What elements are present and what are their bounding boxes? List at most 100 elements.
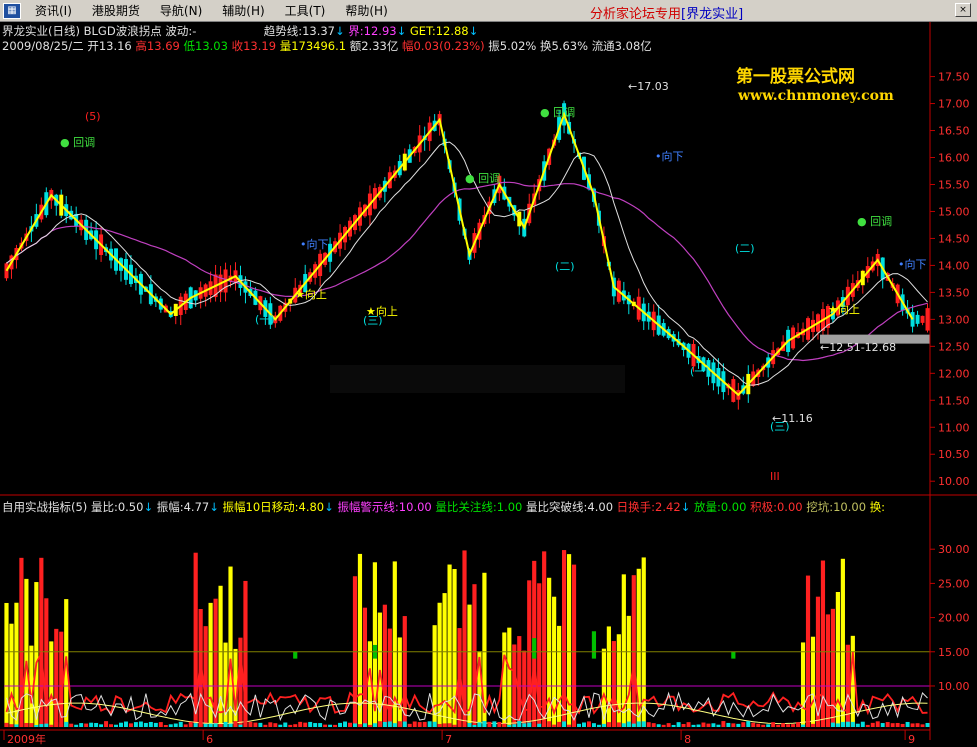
volume-mini-bar [646, 722, 651, 727]
volume-mini-bar [502, 723, 507, 727]
date-tick-label: 9 [908, 733, 915, 746]
volume-mini-bar [412, 721, 417, 727]
indicator-bar [502, 632, 507, 727]
indicator-bar [24, 578, 29, 727]
peak-price-label: ←17.03 [628, 80, 669, 93]
volume-mini-bar [547, 721, 552, 727]
indicator-tick-label: 15.00 [938, 646, 970, 659]
price-tick-label: 14.00 [938, 259, 970, 272]
volume-mini-bar [263, 724, 268, 727]
volume-mini-bar [422, 721, 427, 727]
xiangxia-marker: •向下 [655, 149, 684, 163]
volume-mini-bar [557, 721, 562, 727]
daily-turnover-value: 日换手:2.42 [616, 500, 681, 514]
indicator-bar [522, 650, 527, 727]
price-tick-label: 11.50 [938, 394, 970, 407]
vol-release-value: 放量:0.00 [693, 500, 747, 514]
volume-mini-bar [193, 723, 198, 727]
volume-mini-bar [582, 722, 586, 727]
volume-mini-bar [114, 724, 119, 727]
price-tick-label: 17.00 [938, 98, 970, 111]
volume-mini-bar [746, 721, 751, 727]
volume-mini-bar [19, 723, 24, 727]
volume-mini-bar [357, 724, 362, 727]
kline-chart[interactable]: 17.50 17.00 16.50 16.00 15.50 15.00 14.50 14.00… [0, 0, 977, 747]
volume-mini-bar [860, 721, 865, 727]
indicator-bar [507, 627, 512, 727]
volume-mini-bar [925, 722, 930, 727]
indicator-bar [611, 641, 616, 727]
volume-mini-bar [731, 723, 736, 727]
volume-mini-bar [223, 721, 228, 727]
volume-mini-bar [348, 722, 352, 727]
volume-mini-bar [875, 721, 880, 727]
volume-mini-bar [467, 722, 472, 727]
indicator-green-bar [731, 651, 736, 659]
volume-mini-bar [273, 723, 278, 727]
price-tick-label: 16.00 [938, 152, 970, 165]
volume-mini-bar [885, 722, 890, 727]
volume-mini-bar [820, 722, 825, 727]
swap-value: 换: [869, 500, 886, 514]
volume-mini-bar [472, 724, 477, 727]
volume-mini-bar [577, 723, 582, 727]
volume-mini-bar [188, 721, 193, 727]
volume-mini-bar [313, 723, 318, 727]
xiangxia-marker: •向下 [300, 237, 329, 251]
volume-mini-bar [243, 721, 248, 727]
volume-mini-bar [74, 724, 79, 727]
volume-mini-bar [616, 722, 621, 727]
volume-mini-bar [601, 723, 606, 727]
volume-mini-bar [572, 724, 577, 727]
volume-mini-bar [104, 721, 109, 727]
arrow-down-icon: ↓ [143, 500, 154, 514]
volume-mini-bar [173, 723, 178, 727]
volume-mini-bar [79, 723, 84, 727]
volume-mini-bar [163, 724, 168, 727]
volume-mini-bar [94, 722, 99, 727]
volume-mini-bar [482, 721, 487, 727]
candle-body [925, 308, 930, 331]
volume-mini-bar [532, 724, 537, 727]
volume-mini-bar [661, 724, 666, 727]
wave-count-label: (5) [85, 110, 101, 123]
volume-mini-bar [815, 721, 820, 727]
volume-mini-bar [213, 723, 218, 727]
huitiao-marker: ● 回调 [60, 136, 95, 149]
indicator-bar [34, 582, 39, 727]
wave-count-label: (三) [770, 420, 790, 433]
volume-mini-bar [367, 724, 372, 727]
volume-mini-bar [915, 723, 920, 727]
volume-mini-bar [776, 724, 781, 727]
wave-roman-label: III [770, 470, 780, 483]
volume-mini-bar [89, 722, 94, 727]
amp-ma10-value: 振幅10日移动:4.80 [222, 500, 325, 514]
volume-mini-bar [328, 724, 333, 727]
volume-mini-bar [34, 724, 39, 727]
indicator-bar [825, 614, 831, 727]
volume-mini-bar [168, 724, 173, 727]
volume-mini-bar [133, 722, 138, 727]
volume-mini-bar [497, 721, 502, 727]
volume-mini-bar [666, 723, 671, 727]
volume-mini-bar [796, 722, 801, 727]
huitiao-marker: ● 回调 [465, 172, 500, 185]
volume-mini-bar [178, 721, 183, 727]
indicator-bar [557, 625, 562, 727]
wave-count-label: (一) [255, 313, 275, 326]
volume-mini-bar [387, 721, 392, 727]
volume-mini-bar [9, 724, 14, 727]
range-label: ←12.51-12.68 [820, 341, 896, 354]
indicator-bar [238, 637, 243, 727]
volume-mini-bar [44, 723, 49, 727]
indicator-bar [606, 626, 611, 727]
accumulate-value: 积极:0.00 [750, 500, 803, 514]
volume-mini-bar [626, 721, 631, 727]
volume-mini-bar [507, 724, 512, 727]
amplitude-ma-line [6, 702, 928, 725]
volume-mini-bar [228, 723, 233, 727]
volume-mini-bar [158, 722, 163, 727]
volume-mini-bar [198, 721, 203, 727]
volume-mini-bar [726, 722, 731, 727]
volume-mini-bar [343, 721, 348, 727]
